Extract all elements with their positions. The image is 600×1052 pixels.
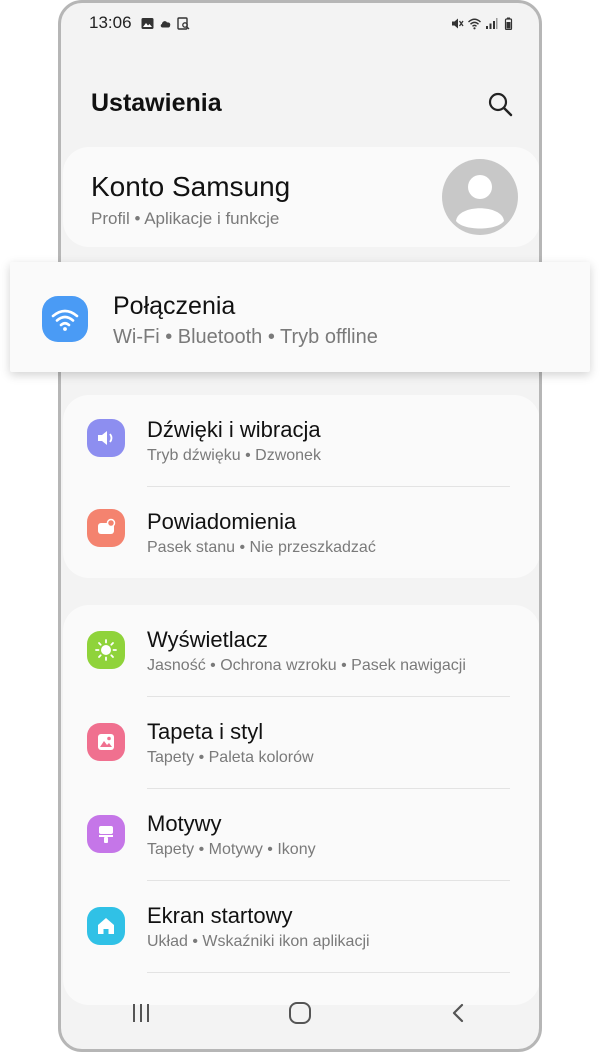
list-item-subtitle: Pasek stanu • Nie przeszkadzać [147, 539, 376, 556]
wifi-status-icon [468, 18, 481, 30]
recent-apps-icon [132, 1004, 149, 1022]
list-item-title: Ekran startowy [147, 903, 293, 928]
themes-icon [87, 815, 125, 853]
screenshot-icon [177, 17, 190, 30]
list-item-title: Powiadomienia [147, 509, 297, 534]
battery-icon [504, 17, 513, 30]
list-item-wallpaper[interactable]: Tapeta i styl Tapety • Paleta kolorów [63, 697, 539, 789]
divider [147, 972, 510, 973]
signal-icon [486, 18, 498, 29]
list-item-connections[interactable]: Połączenia Wi-Fi • Bluetooth • Tryb offl… [10, 262, 590, 372]
cloud-icon [160, 21, 171, 28]
account-title: Konto Samsung [91, 171, 291, 202]
list-item-subtitle: Tryb dźwięku • Dzwonek [147, 447, 321, 464]
sound-icon [87, 419, 125, 457]
back-button[interactable] [439, 993, 479, 1033]
list-item-display[interactable]: Wyświetlacz Jasność • Ochrona wzroku • P… [63, 605, 539, 697]
list-item-subtitle: Układ • Wskaźniki ikon aplikacji [147, 933, 370, 950]
list-item-home-screen[interactable]: Ekran startowy Układ • Wskaźniki ikon ap… [63, 881, 539, 973]
account-subtitle: Profil • Aplikacje i funkcje [91, 209, 280, 228]
search-icon [488, 92, 513, 117]
notification-icon [87, 509, 125, 547]
settings-group-display: Wyświetlacz Jasność • Ochrona wzroku • P… [63, 605, 539, 1005]
connections-title: Połączenia [113, 292, 236, 320]
navigation-bar [61, 977, 539, 1049]
status-time: 13:06 [89, 13, 132, 32]
connections-subtitle: Wi-Fi • Bluetooth • Tryb offline [113, 326, 378, 348]
list-item-themes[interactable]: Motywy Tapety • Motywy • Ikony [63, 789, 539, 881]
settings-group-sound: Dźwięki i wibracja Tryb dźwięku • Dzwone… [63, 395, 539, 578]
list-item-title: Wyświetlacz [147, 627, 268, 652]
avatar [442, 159, 518, 235]
mute-icon [452, 18, 464, 29]
status-bar: 13:06 [61, 3, 539, 47]
list-item-title: Tapeta i styl [147, 719, 264, 744]
list-item-subtitle: Jasność • Ochrona wzroku • Pasek nawigac… [147, 657, 466, 674]
list-item-subtitle: Tapety • Motywy • Ikony [147, 841, 316, 858]
wifi-icon [42, 296, 88, 342]
phone-frame: 13:06 Ustawienia Konto Samsung Profil • … [58, 0, 542, 1052]
list-item-subtitle: Tapety • Paleta kolorów [147, 749, 314, 766]
search-button[interactable] [485, 89, 515, 119]
recent-apps-button[interactable] [121, 993, 161, 1033]
home-button-icon [288, 1002, 311, 1024]
wallpaper-icon [87, 723, 125, 761]
home-icon [87, 907, 125, 945]
samsung-account-card[interactable]: Konto Samsung Profil • Aplikacje i funkc… [63, 147, 539, 247]
back-icon [453, 1003, 464, 1023]
list-item-notifications[interactable]: Powiadomienia Pasek stanu • Nie przeszka… [63, 487, 539, 578]
list-item-sound[interactable]: Dźwięki i wibracja Tryb dźwięku • Dzwone… [63, 395, 539, 487]
gallery-icon [141, 18, 154, 29]
list-item-title: Motywy [147, 811, 222, 836]
brightness-icon [87, 631, 125, 669]
person-icon [456, 175, 504, 229]
page-title: Ustawienia [91, 89, 222, 117]
home-button[interactable] [280, 993, 320, 1033]
list-item-title: Dźwięki i wibracja [147, 417, 321, 442]
